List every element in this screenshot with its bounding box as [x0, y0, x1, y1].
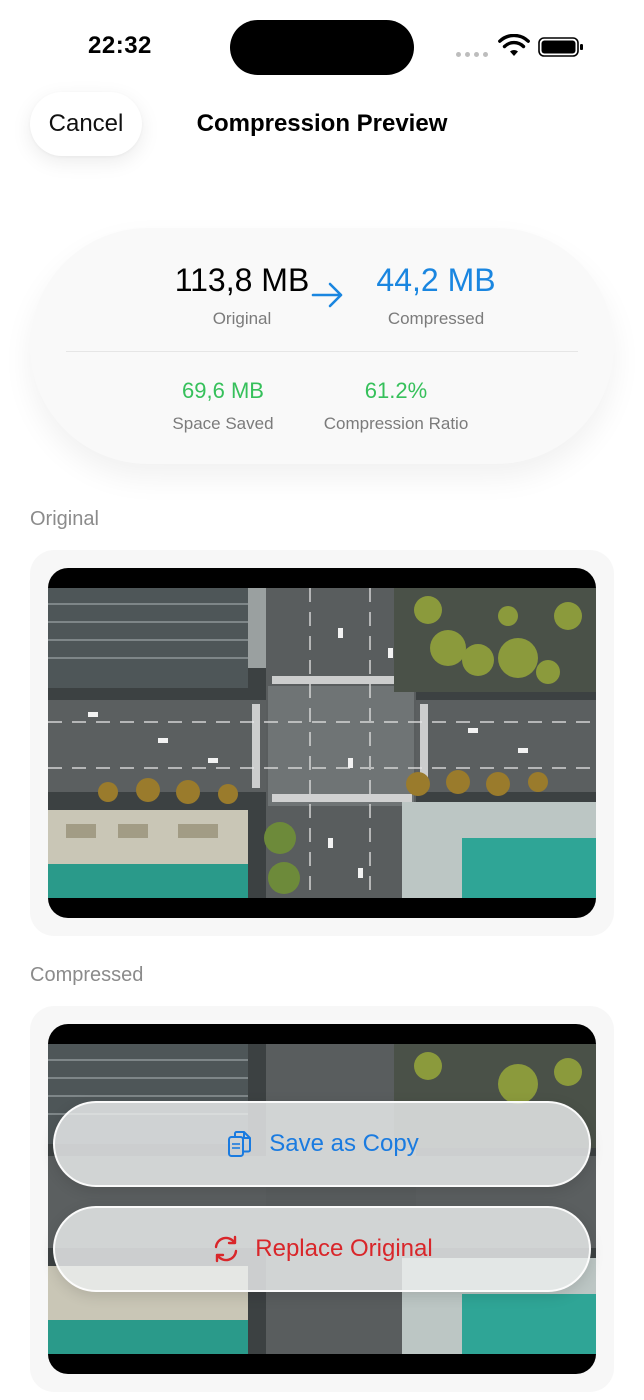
refresh-icon: [215, 1235, 238, 1263]
compressed-size-block: 44,2 MB Compressed: [326, 262, 546, 329]
replace-original-button[interactable]: Replace Original: [53, 1206, 591, 1292]
wifi-icon: [498, 34, 530, 56]
original-video-preview[interactable]: [48, 568, 596, 918]
compression-ratio-block: 61.2% Compression Ratio: [310, 378, 482, 434]
compression-ratio-value: 61.2%: [364, 378, 428, 403]
compressed-video-frame: [30, 1006, 614, 1392]
status-bar: 22:32: [0, 0, 644, 90]
aerial-city-thumbnail-compressed: [48, 1044, 596, 1354]
save-as-copy-button[interactable]: Save as Copy: [53, 1101, 591, 1187]
compressed-section-label: Compressed: [30, 964, 144, 986]
dynamic-island: [230, 20, 414, 75]
space-saved-block: 69,6 MB Space Saved: [150, 378, 296, 434]
battery-icon: [538, 37, 583, 57]
document-copy-icon: [228, 1131, 252, 1157]
compression-summary-card: 113,8 MB Original 44,2 MB Compressed 69,…: [30, 228, 614, 464]
page-title-wrap: Compression Preview: [0, 110, 644, 138]
save-as-copy-label: Save as Copy: [269, 1130, 419, 1157]
original-size-label: Original: [212, 309, 272, 328]
compressed-size-value: 44,2 MB: [376, 262, 496, 298]
cellular-signal-icon: [456, 52, 488, 57]
original-video-frame: [30, 550, 614, 936]
original-section-label: Original: [30, 508, 99, 530]
compressed-size-label: Compressed: [387, 309, 485, 328]
space-saved-label: Space Saved: [172, 414, 274, 433]
compressed-video-preview[interactable]: [48, 1024, 596, 1374]
space-saved-value: 69,6 MB: [182, 378, 264, 403]
status-time: 22:32: [88, 32, 152, 59]
summary-divider: [66, 351, 578, 352]
aerial-city-thumbnail: [48, 588, 596, 898]
page-title: Compression Preview: [196, 110, 448, 137]
compression-ratio-label: Compression Ratio: [323, 414, 469, 433]
replace-original-label: Replace Original: [255, 1235, 433, 1262]
